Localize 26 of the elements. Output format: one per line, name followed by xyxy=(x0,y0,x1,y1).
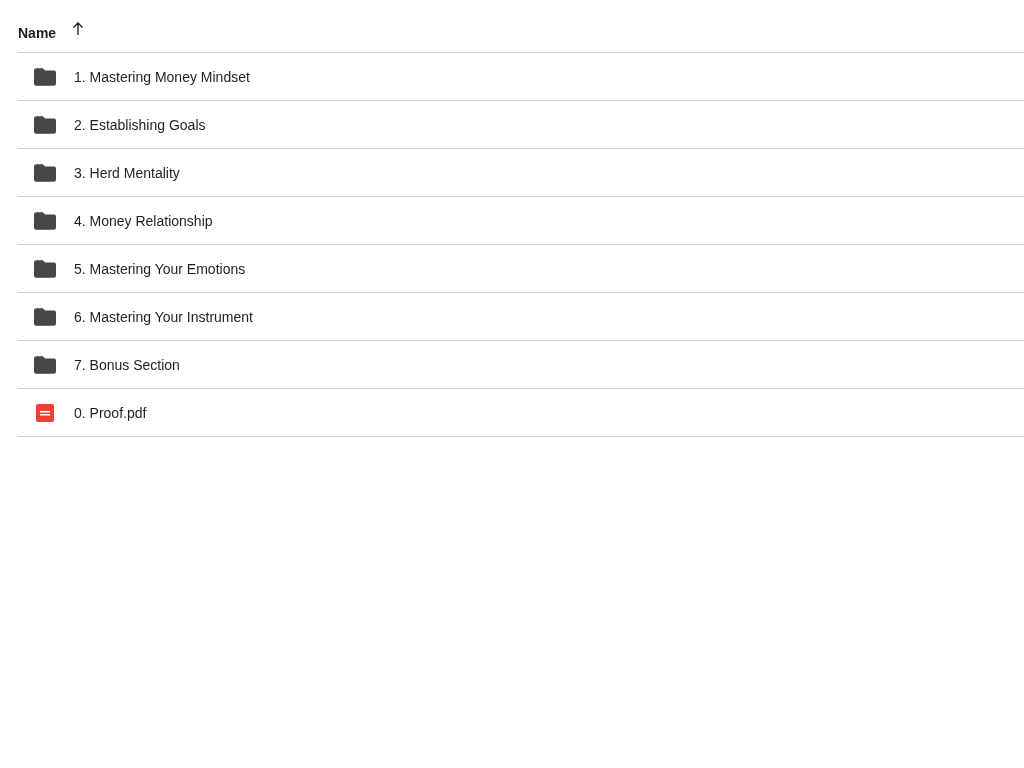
folder-icon xyxy=(34,211,56,230)
file-row[interactable]: 7. Bonus Section xyxy=(18,341,1024,389)
folder-icon xyxy=(34,307,56,326)
file-name: 5. Mastering Your Emotions xyxy=(74,260,246,277)
file-name: 2. Establishing Goals xyxy=(74,116,206,133)
file-name: 4. Money Relationship xyxy=(74,212,213,229)
file-name: 7. Bonus Section xyxy=(74,356,180,373)
file-row[interactable]: 3. Herd Mentality xyxy=(18,149,1024,197)
file-row[interactable]: 6. Mastering Your Instrument xyxy=(18,293,1024,341)
arrow-up-icon[interactable] xyxy=(72,22,85,36)
name-column-header[interactable]: Name xyxy=(18,25,57,45)
file-name: 6. Mastering Your Instrument xyxy=(74,308,253,325)
file-name: 0. Proof.pdf xyxy=(74,404,147,421)
folder-icon xyxy=(34,67,56,86)
file-row[interactable]: 2. Establishing Goals xyxy=(18,101,1024,149)
folder-icon xyxy=(34,163,56,182)
folder-icon xyxy=(34,355,56,374)
file-row[interactable]: 1. Mastering Money Mindset xyxy=(18,53,1024,101)
file-row[interactable]: 4. Money Relationship xyxy=(18,197,1024,245)
file-row[interactable]: 5. Mastering Your Emotions xyxy=(18,245,1024,293)
folder-icon xyxy=(34,259,56,278)
folder-icon xyxy=(34,115,56,134)
file-name: 1. Mastering Money Mindset xyxy=(74,68,250,85)
file-row[interactable]: 0. Proof.pdf xyxy=(18,389,1024,437)
file-name: 3. Herd Mentality xyxy=(74,164,180,181)
pdf-icon xyxy=(36,403,54,422)
